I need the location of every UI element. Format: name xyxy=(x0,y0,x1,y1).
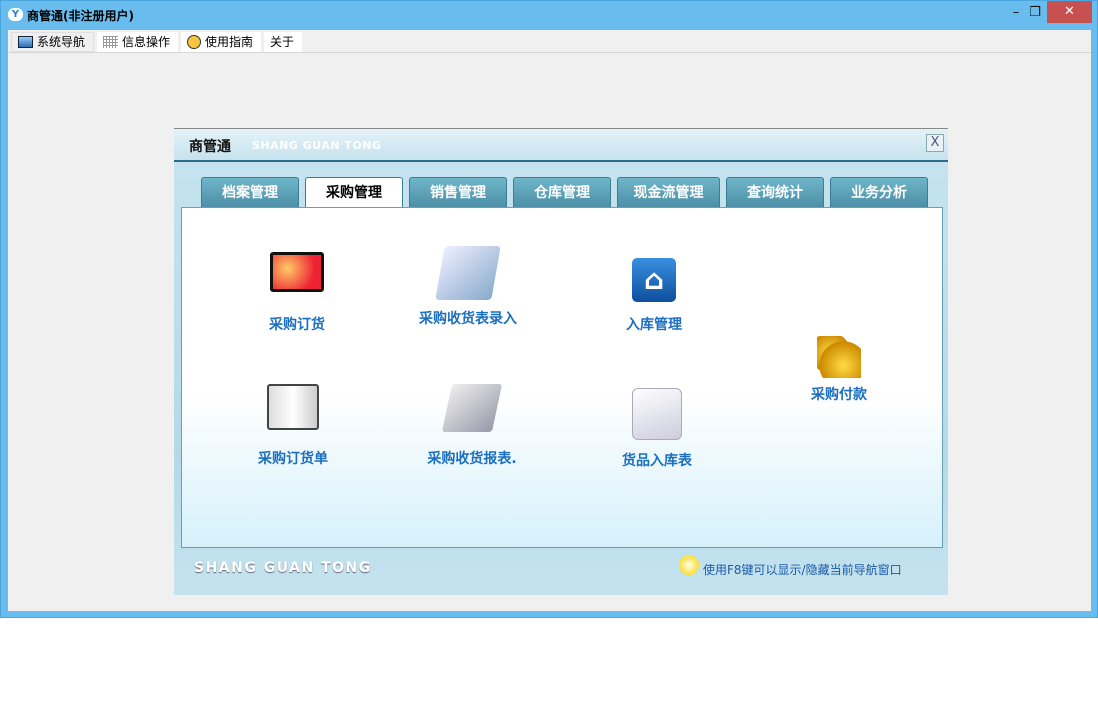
monitor-icon xyxy=(270,252,324,292)
coins-icon xyxy=(817,336,861,378)
tab-analysis[interactable]: 业务分析 xyxy=(830,177,928,207)
menubar: 系统导航 信息操作 使用指南 关于 xyxy=(8,32,303,52)
home-icon: ⌂ xyxy=(632,258,676,302)
tab-query[interactable]: 查询统计 xyxy=(726,177,824,207)
menu-guide[interactable]: 使用指南 xyxy=(181,32,262,52)
document-edit-icon xyxy=(435,246,501,300)
app-logo-icon: Y xyxy=(8,8,23,21)
panel-title: 商管通 xyxy=(189,139,231,155)
tab-cashflow[interactable]: 现金流管理 xyxy=(617,177,720,207)
footer-logo: SHANG GUAN TONG xyxy=(194,560,372,576)
panel-subtitle: SHANG GUAN TONG xyxy=(252,139,382,152)
item-purchase-payment[interactable]: 采购付款 xyxy=(769,336,909,404)
item-purchase-order-list[interactable]: 采购订货单 xyxy=(223,384,363,468)
item-purchase-order[interactable]: 采购订货 xyxy=(227,252,367,334)
close-button[interactable]: ✕ xyxy=(1047,1,1092,23)
panel-close-button[interactable]: X xyxy=(926,134,944,152)
tab-purchase[interactable]: 采购管理 xyxy=(305,177,403,208)
menu-about[interactable]: 关于 xyxy=(264,32,303,52)
tab-archive[interactable]: 档案管理 xyxy=(201,177,299,207)
grid-icon xyxy=(103,36,119,48)
f8-hint: 使用F8键可以显示/隐藏当前导航窗口 xyxy=(679,556,902,582)
item-stock-in-report[interactable]: 货品入库表 xyxy=(587,388,727,470)
tab-warehouse[interactable]: 仓库管理 xyxy=(513,177,611,207)
tab-bar: 档案管理 采购管理 销售管理 仓库管理 现金流管理 查询统计 业务分析 xyxy=(201,177,928,208)
item-receipt-report[interactable]: 采购收货报表. xyxy=(402,384,542,468)
client-area: 系统导航 信息操作 使用指南 关于 商管通 SHANG GUAN TONG X … xyxy=(8,30,1091,611)
tab-sales[interactable]: 销售管理 xyxy=(409,177,507,207)
panel-header: 商管通 SHANG GUAN TONG X xyxy=(174,128,948,162)
app-window: Y 商管通(非注册用户) – ❐ ✕ 系统导航 信息操作 使用指南 关于 商管通… xyxy=(0,0,1098,618)
menu-system-nav[interactable]: 系统导航 xyxy=(11,32,95,52)
notebook-icon xyxy=(267,384,319,430)
tab-content: 采购订货 采购收货表录入 ⌂ 入库管理 采购付款 采购订货单 采购收货报表. 货… xyxy=(181,207,943,548)
navigation-panel: 商管通 SHANG GUAN TONG X 档案管理 采购管理 销售管理 仓库管… xyxy=(174,128,948,595)
window-title: 商管通(非注册用户) xyxy=(27,9,134,23)
item-stock-in[interactable]: ⌂ 入库管理 xyxy=(584,258,724,334)
lightbulb-icon xyxy=(679,556,699,582)
scroll-pen-icon xyxy=(632,388,682,440)
report-icon xyxy=(441,384,503,432)
item-receipt-entry[interactable]: 采购收货表录入 xyxy=(398,246,538,328)
restore-button[interactable]: ❐ xyxy=(1021,1,1049,25)
divider xyxy=(8,52,1091,53)
help-icon xyxy=(187,35,202,49)
monitor-icon xyxy=(18,36,33,48)
menu-info-ops[interactable]: 信息操作 xyxy=(97,32,179,52)
